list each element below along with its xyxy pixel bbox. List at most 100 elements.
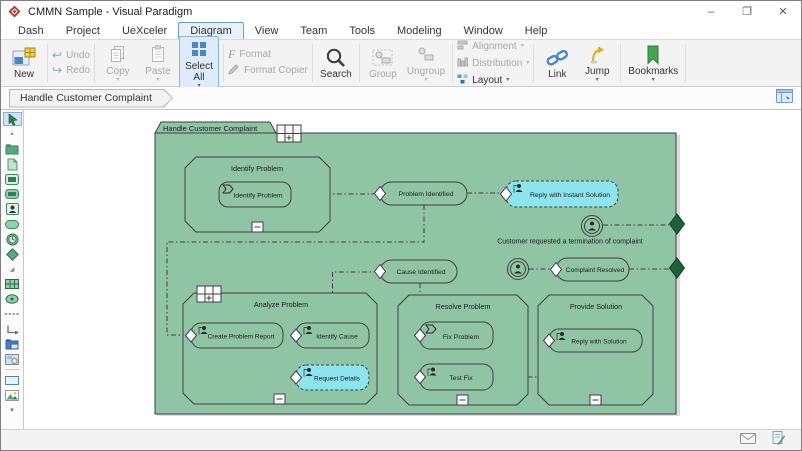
sentry-tool[interactable] <box>3 247 22 261</box>
search-button[interactable]: Search <box>317 45 355 81</box>
rectangle-tool[interactable] <box>3 373 22 387</box>
task-identify-problem[interactable]: Identify Problem <box>218 181 292 208</box>
layout-button[interactable]: Layout ▾ <box>457 74 529 87</box>
distribution-button[interactable]: Distribution ▾ <box>457 57 529 70</box>
elbow-connector-tool[interactable] <box>3 322 22 336</box>
select-all-button[interactable]: Select All ▾ <box>178 35 219 91</box>
stage-provide-solution[interactable]: Provide Solution Reply with Solution <box>537 294 654 406</box>
case-planning-table-marker[interactable] <box>276 124 302 143</box>
task-tool[interactable] <box>3 187 22 201</box>
milestone-tool[interactable] <box>3 217 22 231</box>
stage-resolve-problem[interactable]: Resolve Problem Fix Problem Test Fix <box>397 294 529 406</box>
stage-identify-problem[interactable]: Identify Problem Identify Problem <box>184 156 331 233</box>
jump-icon <box>589 43 605 66</box>
diagram-canvas[interactable]: Handle Customer Complaint Identify Probl… <box>24 110 801 429</box>
breadcrumb[interactable]: Handle Customer Complaint <box>9 89 173 108</box>
diagram-page-tool[interactable] <box>3 157 22 171</box>
paste-chevron-icon: ▾ <box>156 77 160 83</box>
bookmarks-button[interactable]: Bookmarks ▾ <box>625 42 681 84</box>
image-tool[interactable] <box>3 388 22 402</box>
task-reply-instant-solution[interactable]: Reply with Instant Solution <box>499 180 619 208</box>
group-button[interactable]: Group <box>364 45 402 81</box>
close-button[interactable]: ✕ <box>765 1 801 22</box>
collapse-marker[interactable] <box>456 394 469 406</box>
task-identify-cause[interactable]: Identify Cause <box>289 322 370 349</box>
folder-tool[interactable] <box>3 142 22 156</box>
format-copier-button[interactable]: Format Copier <box>228 63 308 78</box>
model-folder-tool[interactable] <box>3 337 22 351</box>
svg-text:Request Details: Request Details <box>314 376 361 383</box>
edit-document-icon[interactable] <box>772 430 785 450</box>
menu-window[interactable]: Window <box>453 23 514 39</box>
format-icon: F <box>227 46 236 61</box>
menu-view[interactable]: View <box>244 23 290 39</box>
svg-text:Complaint Resolved: Complaint Resolved <box>566 267 625 274</box>
stage-tool[interactable] <box>3 172 22 186</box>
scroll-down[interactable]: ▾ <box>3 403 22 417</box>
undo-button[interactable]: ↩ Undo <box>52 48 90 62</box>
menu-tools[interactable]: Tools <box>338 23 386 39</box>
status-bar <box>1 429 801 450</box>
collapse-handle[interactable]: ▲ <box>3 127 22 141</box>
link-button[interactable]: Link <box>538 45 576 81</box>
ungroup-button[interactable]: Ungroup ▾ <box>404 42 448 84</box>
minimize-button[interactable]: – <box>693 1 729 22</box>
menu-help[interactable]: Help <box>514 23 559 39</box>
message-icon[interactable] <box>740 431 756 449</box>
collapse-marker[interactable] <box>273 393 286 405</box>
stage-analyze-problem[interactable]: Analyze Problem Create Problem Report Id… <box>182 285 378 405</box>
app-window: CMMN Sample - Visual Paradigm – ❐ ✕ Dash… <box>0 0 802 451</box>
paste-button[interactable]: Paste ▾ <box>139 42 177 84</box>
menu-modeling[interactable]: Modeling <box>386 23 453 39</box>
collapse-marker[interactable] <box>251 221 264 233</box>
svg-text:Analyze Problem: Analyze Problem <box>254 300 308 309</box>
copy-icon <box>109 43 127 66</box>
redo-button[interactable]: ↪ Redo <box>52 64 90 76</box>
format-button[interactable]: F Format <box>227 46 308 61</box>
milestone-cause-identified[interactable]: Cause Identified <box>373 259 458 284</box>
task-test-fix[interactable]: Test Fix <box>413 363 494 391</box>
jump-button[interactable]: Jump ▾ <box>578 42 616 84</box>
new-diagram-icon <box>12 46 36 69</box>
ungroup-chevron-icon: ▾ <box>424 77 428 83</box>
panel-layout-icon[interactable] <box>776 88 793 108</box>
alignment-button[interactable]: Alignment ▾ <box>457 40 529 53</box>
person-icon <box>516 264 520 269</box>
svg-text:Reply with Instant Solution: Reply with Instant Solution <box>530 192 610 199</box>
timer-event-tool[interactable] <box>3 232 22 246</box>
menu-project[interactable]: Project <box>55 23 111 39</box>
planning-table-tool[interactable] <box>3 277 22 291</box>
collapse-marker[interactable] <box>589 394 602 406</box>
pointer-tool[interactable] <box>2 112 22 126</box>
jump-chevron-icon: ▾ <box>595 77 599 83</box>
maximize-button[interactable]: ❐ <box>729 1 765 22</box>
menu-uexceler[interactable]: UeXceler <box>111 23 178 39</box>
menu-dash[interactable]: Dash <box>7 23 55 39</box>
case-role-tool[interactable] <box>3 202 22 216</box>
menu-team[interactable]: Team <box>289 23 338 39</box>
more-corner[interactable]: ◢ <box>3 262 22 276</box>
svg-text:Fix Problem: Fix Problem <box>443 334 480 341</box>
task-request-details[interactable]: Request Details <box>289 364 370 391</box>
format-copier-icon <box>228 63 240 78</box>
copy-button[interactable]: Copy ▾ <box>99 42 137 84</box>
new-button[interactable]: New <box>5 45 43 81</box>
layout-chevron-icon: ▾ <box>506 77 510 83</box>
event-listener-tool[interactable] <box>3 292 22 306</box>
group-icon <box>372 46 394 69</box>
overview-tool[interactable] <box>3 352 22 366</box>
milestone-complaint-resolved[interactable]: Complaint Resolved <box>549 257 630 282</box>
distribution-icon <box>457 57 469 70</box>
paste-icon <box>149 43 167 66</box>
milestone-problem-identified[interactable]: Problem Identified <box>373 181 468 206</box>
title-bar: CMMN Sample - Visual Paradigm – ❐ ✕ <box>1 1 801 22</box>
bookmarks-chevron-icon: ▾ <box>651 77 655 83</box>
undo-icon: ↩ <box>52 48 63 62</box>
task-create-problem-report[interactable]: Create Problem Report <box>184 322 284 349</box>
task-reply-with-solution[interactable]: Reply with Solution <box>542 328 643 353</box>
task-fix-problem[interactable]: Fix Problem <box>413 321 494 350</box>
stage-planning-table-marker[interactable] <box>196 285 222 303</box>
dashed-connector-tool[interactable] <box>3 307 22 321</box>
ribbon-toolbar: New ↩ Undo ↪ Redo Copy ▾ Paste ▾ Select … <box>1 35 801 91</box>
menu-bar: Dash Project UeXceler Diagram View Team … <box>1 22 801 39</box>
